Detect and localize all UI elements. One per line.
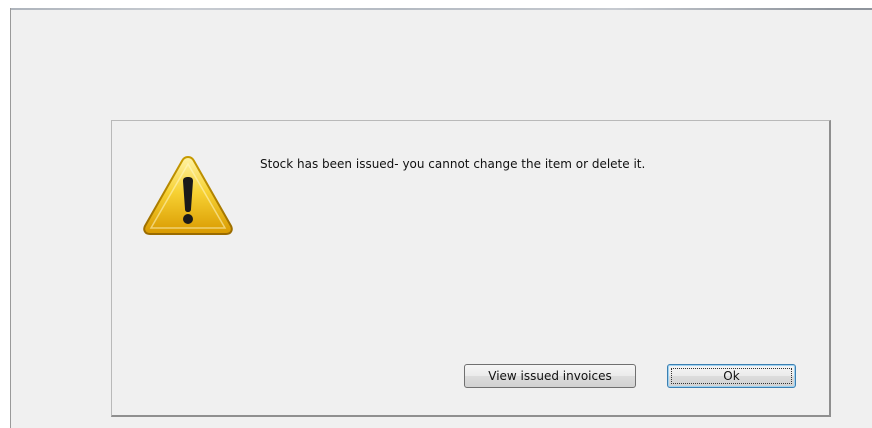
warning-dialog: Stock has been issued- you cannot change… [111, 120, 831, 417]
ok-button-label: Ok [723, 369, 740, 383]
parent-window: Stock has been issued- you cannot change… [10, 8, 872, 428]
window-top-edge [11, 8, 872, 10]
dialog-message: Stock has been issued- you cannot change… [260, 157, 646, 171]
ok-button[interactable]: Ok [667, 364, 796, 388]
warning-icon [141, 154, 235, 236]
view-issued-invoices-button[interactable]: View issued invoices [464, 364, 636, 388]
